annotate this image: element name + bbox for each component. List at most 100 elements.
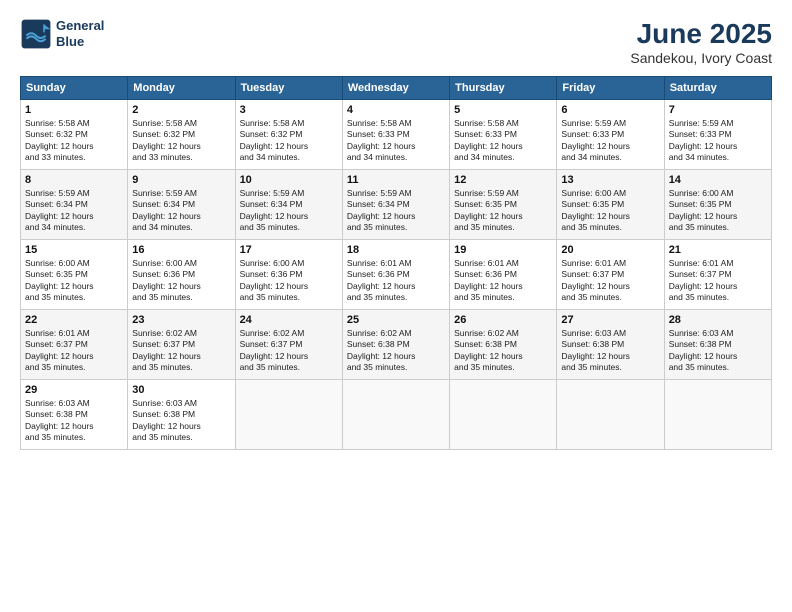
calendar-cell: 12Sunrise: 5:59 AMSunset: 6:35 PMDayligh… [450, 170, 557, 240]
day-number: 14 [669, 174, 767, 186]
day-number: 24 [240, 314, 338, 326]
week-row-2: 8 Sunrise: 5:59 AMSunset: 6:34 PMDaylight… [21, 170, 772, 240]
day-number: 4 [347, 104, 445, 116]
calendar-cell: 18Sunrise: 6:01 AMSunset: 6:36 PMDayligh… [342, 240, 449, 310]
day-number: 20 [561, 244, 659, 256]
day-number: 22 [25, 314, 123, 326]
day-info: Sunrise: 6:01 AMSunset: 6:37 PMDaylight:… [669, 258, 767, 304]
day-number: 11 [347, 174, 445, 186]
calendar-cell: 30 Sunrise: 6:03 AMSunset: 6:38 PMDayligh… [128, 380, 235, 450]
day-number: 3 [240, 104, 338, 116]
calendar-header: SundayMondayTuesdayWednesdayThursdayFrid… [21, 77, 772, 100]
day-number: 30 [132, 384, 230, 396]
day-number: 19 [454, 244, 552, 256]
day-number: 28 [669, 314, 767, 326]
day-info: Sunrise: 5:59 AMSunset: 6:33 PMDaylight:… [669, 118, 767, 164]
column-header-sunday: Sunday [21, 77, 128, 100]
day-info: Sunrise: 5:58 AMSunset: 6:32 PMDaylight:… [25, 118, 123, 164]
day-number: 25 [347, 314, 445, 326]
day-info: Sunrise: 6:00 AMSunset: 6:36 PMDaylight:… [132, 258, 230, 304]
logo: General Blue [20, 18, 104, 50]
day-number: 5 [454, 104, 552, 116]
calendar-cell: 10 Sunrise: 5:59 AMSunset: 6:34 PMDayligh… [235, 170, 342, 240]
day-info: Sunrise: 6:00 AMSunset: 6:35 PMDaylight:… [669, 188, 767, 234]
day-number: 29 [25, 384, 123, 396]
logo-icon [20, 18, 52, 50]
header-row: SundayMondayTuesdayWednesdayThursdayFrid… [21, 77, 772, 100]
calendar-cell [664, 380, 771, 450]
day-number: 10 [240, 174, 338, 186]
calendar-cell: 6Sunrise: 5:59 AMSunset: 6:33 PMDaylight… [557, 100, 664, 170]
calendar-cell: 20Sunrise: 6:01 AMSunset: 6:37 PMDayligh… [557, 240, 664, 310]
calendar-cell [235, 380, 342, 450]
day-number: 9 [132, 174, 230, 186]
day-info: Sunrise: 6:02 AMSunset: 6:38 PMDaylight:… [347, 328, 445, 374]
day-number: 23 [132, 314, 230, 326]
day-info: Sunrise: 6:03 AMSunset: 6:38 PMDaylight:… [25, 398, 123, 444]
day-info: Sunrise: 5:59 AMSunset: 6:34 PMDaylight:… [132, 188, 230, 234]
day-info: Sunrise: 6:03 AMSunset: 6:38 PMDaylight:… [561, 328, 659, 374]
calendar-cell: 8 Sunrise: 5:59 AMSunset: 6:34 PMDaylight… [21, 170, 128, 240]
day-info: Sunrise: 5:58 AMSunset: 6:33 PMDaylight:… [454, 118, 552, 164]
day-info: Sunrise: 5:58 AMSunset: 6:32 PMDaylight:… [240, 118, 338, 164]
calendar-cell: 29 Sunrise: 6:03 AMSunset: 6:38 PMDayligh… [21, 380, 128, 450]
day-info: Sunrise: 6:03 AMSunset: 6:38 PMDaylight:… [669, 328, 767, 374]
day-number: 1 [25, 104, 123, 116]
calendar-cell [342, 380, 449, 450]
calendar-cell: 7 Sunrise: 5:59 AMSunset: 6:33 PMDaylight… [664, 100, 771, 170]
calendar-cell: 5 Sunrise: 5:58 AMSunset: 6:33 PMDaylight… [450, 100, 557, 170]
calendar-cell: 28 Sunrise: 6:03 AMSunset: 6:38 PMDayligh… [664, 310, 771, 380]
column-header-saturday: Saturday [664, 77, 771, 100]
page: General Blue June 2025 Sandekou, Ivory C… [0, 0, 792, 612]
calendar-cell: 15 Sunrise: 6:00 AMSunset: 6:35 PMDayligh… [21, 240, 128, 310]
calendar-cell: 4 Sunrise: 5:58 AMSunset: 6:33 PMDaylight… [342, 100, 449, 170]
column-header-tuesday: Tuesday [235, 77, 342, 100]
day-number: 7 [669, 104, 767, 116]
day-number: 16 [132, 244, 230, 256]
week-row-1: 1 Sunrise: 5:58 AMSunset: 6:32 PMDaylight… [21, 100, 772, 170]
title-block: June 2025 Sandekou, Ivory Coast [630, 18, 772, 66]
day-info: Sunrise: 5:58 AMSunset: 6:32 PMDaylight:… [132, 118, 230, 164]
day-info: Sunrise: 6:01 AMSunset: 6:36 PMDaylight:… [347, 258, 445, 304]
calendar-cell: 9 Sunrise: 5:59 AMSunset: 6:34 PMDaylight… [128, 170, 235, 240]
day-info: Sunrise: 5:59 AMSunset: 6:33 PMDaylight:… [561, 118, 659, 164]
day-number: 13 [561, 174, 659, 186]
column-header-friday: Friday [557, 77, 664, 100]
week-row-3: 15 Sunrise: 6:00 AMSunset: 6:35 PMDayligh… [21, 240, 772, 310]
day-info: Sunrise: 6:00 AMSunset: 6:36 PMDaylight:… [240, 258, 338, 304]
day-number: 15 [25, 244, 123, 256]
calendar-cell: 25 Sunrise: 6:02 AMSunset: 6:38 PMDayligh… [342, 310, 449, 380]
calendar-cell: 14 Sunrise: 6:00 AMSunset: 6:35 PMDayligh… [664, 170, 771, 240]
calendar-cell: 11Sunrise: 5:59 AMSunset: 6:34 PMDayligh… [342, 170, 449, 240]
calendar-cell [450, 380, 557, 450]
calendar-cell: 3 Sunrise: 5:58 AMSunset: 6:32 PMDaylight… [235, 100, 342, 170]
calendar-cell: 24 Sunrise: 6:02 AMSunset: 6:37 PMDayligh… [235, 310, 342, 380]
calendar-cell [557, 380, 664, 450]
day-number: 27 [561, 314, 659, 326]
calendar-table: SundayMondayTuesdayWednesdayThursdayFrid… [20, 76, 772, 450]
week-row-4: 22Sunrise: 6:01 AMSunset: 6:37 PMDayligh… [21, 310, 772, 380]
column-header-monday: Monday [128, 77, 235, 100]
day-info: Sunrise: 6:02 AMSunset: 6:37 PMDaylight:… [240, 328, 338, 374]
calendar-body: 1 Sunrise: 5:58 AMSunset: 6:32 PMDaylight… [21, 100, 772, 450]
day-number: 21 [669, 244, 767, 256]
main-title: June 2025 [630, 18, 772, 50]
header: General Blue June 2025 Sandekou, Ivory C… [20, 18, 772, 66]
calendar-cell: 1 Sunrise: 5:58 AMSunset: 6:32 PMDaylight… [21, 100, 128, 170]
calendar-cell: 16 Sunrise: 6:00 AMSunset: 6:36 PMDayligh… [128, 240, 235, 310]
logo-text: General Blue [56, 18, 104, 49]
calendar-cell: 13Sunrise: 6:00 AMSunset: 6:35 PMDayligh… [557, 170, 664, 240]
calendar-cell: 23 Sunrise: 6:02 AMSunset: 6:37 PMDayligh… [128, 310, 235, 380]
day-info: Sunrise: 6:03 AMSunset: 6:38 PMDaylight:… [132, 398, 230, 444]
calendar-cell: 19 Sunrise: 6:01 AMSunset: 6:36 PMDayligh… [450, 240, 557, 310]
day-info: Sunrise: 5:59 AMSunset: 6:34 PMDaylight:… [25, 188, 123, 234]
day-info: Sunrise: 5:58 AMSunset: 6:33 PMDaylight:… [347, 118, 445, 164]
subtitle: Sandekou, Ivory Coast [630, 50, 772, 66]
day-info: Sunrise: 6:00 AMSunset: 6:35 PMDaylight:… [25, 258, 123, 304]
day-info: Sunrise: 5:59 AMSunset: 6:34 PMDaylight:… [240, 188, 338, 234]
day-number: 26 [454, 314, 552, 326]
day-number: 8 [25, 174, 123, 186]
day-info: Sunrise: 6:02 AMSunset: 6:37 PMDaylight:… [132, 328, 230, 374]
day-number: 17 [240, 244, 338, 256]
day-info: Sunrise: 6:01 AMSunset: 6:36 PMDaylight:… [454, 258, 552, 304]
